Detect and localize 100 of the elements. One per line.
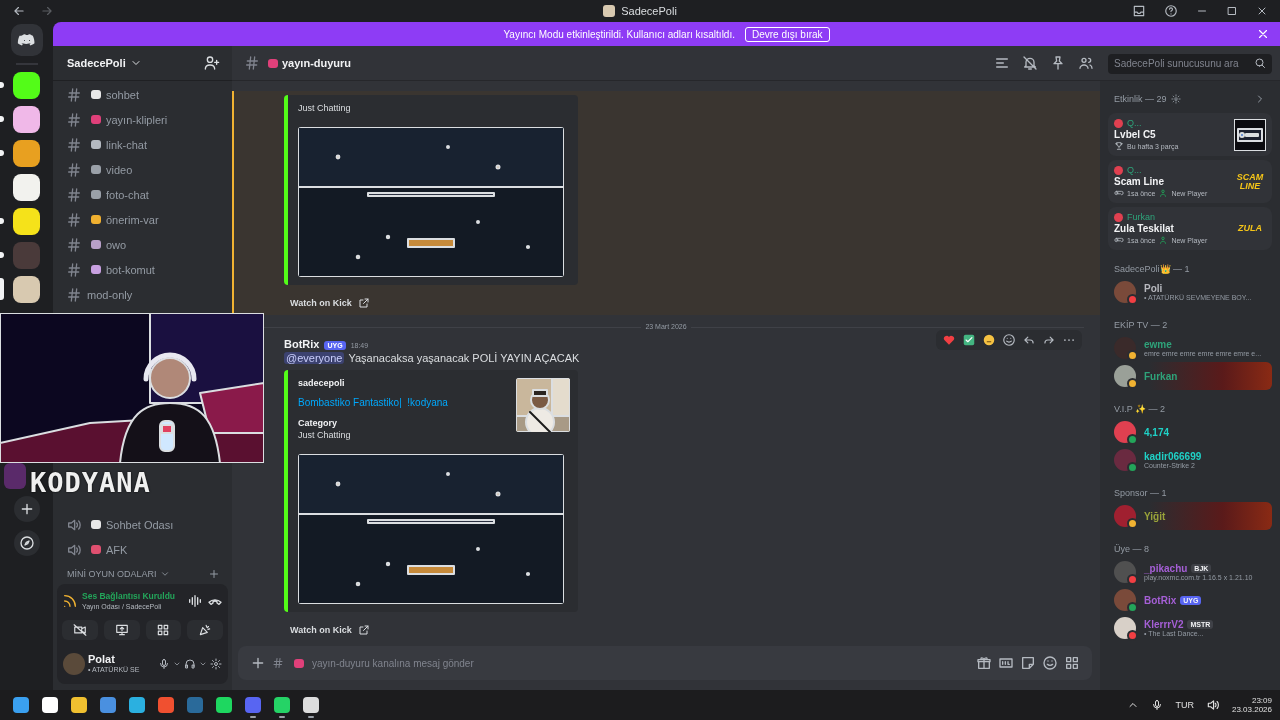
mention-link[interactable]: @everyone — [284, 352, 345, 364]
members-icon[interactable] — [1078, 55, 1094, 71]
emoji-icon — [294, 658, 304, 668]
hash-icon — [66, 211, 82, 228]
forward-arrow-icon[interactable] — [40, 4, 54, 18]
inbox-icon[interactable] — [1132, 4, 1146, 18]
member-group-heading: EKİP TV — 2 — [1113, 320, 1169, 332]
server-icon[interactable] — [13, 276, 40, 303]
bell-off-icon[interactable] — [1022, 55, 1038, 71]
discord-home-button[interactable] — [10, 24, 43, 56]
member-name: Furkan — [1144, 370, 1178, 382]
face-icon[interactable] — [982, 333, 996, 347]
chevron-down-icon[interactable] — [173, 660, 181, 668]
add-user-icon[interactable] — [204, 55, 220, 71]
activities-button[interactable] — [145, 620, 182, 640]
avatar — [1114, 118, 1123, 128]
search-icon[interactable] — [1254, 57, 1266, 69]
embed-title-link[interactable]: Bombastiko Fantastiko| !kodyana — [298, 397, 516, 408]
chevron-down-icon[interactable] — [199, 660, 207, 668]
hash-icon — [66, 86, 82, 103]
camera-off-icon[interactable] — [72, 623, 87, 637]
embed-field-value: Just Chatting — [298, 103, 352, 113]
gift-icon[interactable] — [976, 655, 992, 671]
sticker-icon[interactable] — [1020, 655, 1036, 671]
mic-icon[interactable] — [1151, 699, 1164, 711]
external-link-icon[interactable] — [357, 297, 370, 309]
heart-icon[interactable] — [942, 333, 956, 347]
soundboard-icon[interactable] — [198, 623, 213, 637]
gif-icon[interactable] — [998, 655, 1014, 671]
channel-item[interactable]: foto-chat — [53, 182, 232, 207]
server-icon[interactable] — [13, 174, 40, 201]
channel-item[interactable]: mod-only — [53, 282, 232, 307]
avatar — [4, 463, 26, 489]
member-name: Yiğit — [1144, 510, 1166, 522]
voice-channel-item[interactable]: Sohbet Odası — [53, 512, 232, 537]
server-icon[interactable] — [13, 72, 40, 99]
external-link-icon[interactable] — [357, 624, 370, 636]
sound-wave-icon[interactable] — [187, 593, 203, 609]
voice-channel-item[interactable]: AFK — [53, 537, 232, 562]
close-icon[interactable] — [1256, 5, 1268, 17]
server-avatar-icon — [603, 5, 616, 17]
disable-button[interactable]: Devre dışı bırak — [745, 26, 830, 42]
back-arrow-icon[interactable] — [12, 4, 26, 18]
channel-item[interactable]: video — [53, 157, 232, 182]
add-server-button[interactable] — [13, 496, 40, 522]
screen-share-button[interactable] — [103, 620, 140, 640]
camera-off-button[interactable] — [62, 620, 98, 640]
headphones-icon[interactable] — [184, 658, 196, 670]
clock-date[interactable]: 23.03.2026 — [1231, 705, 1272, 714]
soundboard-button[interactable] — [187, 620, 223, 640]
chevron-down-icon[interactable] — [159, 569, 170, 579]
check-icon[interactable] — [962, 333, 976, 347]
add-reaction-icon[interactable] — [1002, 333, 1016, 347]
settings-icon[interactable] — [1170, 94, 1181, 104]
channel-item[interactable]: link-chat — [53, 132, 232, 157]
hash-icon — [66, 111, 82, 128]
language-indicator[interactable]: TUR — [1175, 700, 1194, 710]
maximize-icon[interactable] — [1226, 5, 1238, 17]
channel-item[interactable]: sohbet — [53, 82, 232, 107]
screen-share-icon[interactable] — [114, 623, 129, 637]
watch-link[interactable]: Watch on Kick — [290, 625, 352, 635]
server-icon[interactable] — [13, 208, 40, 235]
explore-button[interactable] — [13, 530, 40, 556]
channel-item[interactable]: önerim-var — [53, 207, 232, 232]
apps-icon[interactable] — [1064, 655, 1080, 671]
watch-link[interactable]: Watch on Kick — [290, 298, 352, 308]
emoji-icon — [91, 520, 101, 529]
message-text-field[interactable]: yayın-duyuru kanalına mesaj gönder — [310, 656, 960, 670]
category-label[interactable]: MİNİ OYUN ODALARI — [67, 569, 157, 579]
message-text: Yaşanacaksa yaşanacak POLİ YAYIN AÇACAK — [348, 352, 580, 364]
compass-icon[interactable] — [18, 535, 35, 551]
member-name: _pikachu — [1144, 563, 1188, 574]
emoji-icon — [91, 140, 101, 149]
server-icon[interactable] — [13, 106, 40, 133]
server-icon[interactable] — [13, 140, 40, 167]
activities-icon[interactable] — [156, 623, 171, 637]
hash-icon — [66, 136, 82, 153]
author-name[interactable]: BotRix — [284, 338, 320, 350]
hash-icon — [272, 657, 284, 669]
member-name: ewme — [1144, 339, 1172, 350]
emoji-icon[interactable] — [1042, 655, 1058, 671]
thread-icon[interactable] — [994, 55, 1010, 71]
search-field[interactable]: SadecePoli sunucusunu ara — [1108, 53, 1272, 74]
server-name[interactable]: SadecePoli — [67, 57, 126, 69]
member-item[interactable]: 4,174 — [1108, 418, 1272, 446]
settings-icon[interactable] — [210, 658, 222, 670]
help-icon[interactable] — [1164, 4, 1178, 18]
clock-time[interactable]: 23:09 — [1251, 696, 1272, 705]
close-icon[interactable] — [1256, 27, 1270, 41]
speaker-icon[interactable] — [1205, 698, 1220, 712]
message-input[interactable]: yayın-duyuru kanalına mesaj gönder — [238, 646, 1092, 680]
plus-icon[interactable] — [250, 655, 266, 671]
embed-author: sadecepoli — [298, 378, 346, 388]
channel-item[interactable]: bot-komut — [53, 257, 232, 282]
pin-icon[interactable] — [1050, 55, 1066, 71]
channel-item[interactable]: owo — [53, 232, 232, 257]
activity-title: Scam Line — [1114, 176, 1166, 187]
mic-icon[interactable] — [158, 658, 170, 670]
plus-icon[interactable] — [208, 568, 220, 580]
channel-item[interactable]: yayın-klipleri — [53, 107, 232, 132]
